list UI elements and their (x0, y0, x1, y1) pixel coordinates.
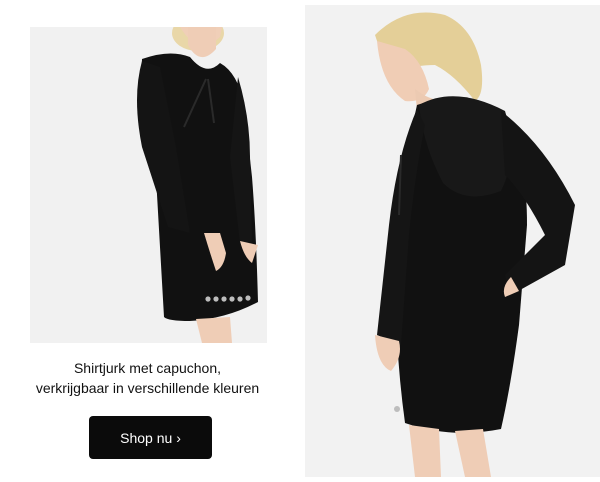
caption-line-2: verkrijgbaar in verschillende kleuren (35, 380, 260, 396)
shop-now-button[interactable]: Shop nu › (89, 416, 212, 459)
dress-front-image (137, 27, 258, 343)
caption-line-1: Shirtjurk met capuchon, (73, 360, 222, 376)
dress-back-image (375, 12, 575, 477)
product-photo-front[interactable] (30, 27, 267, 343)
product-caption: Shirtjurk met capuchon, verkrijgbaar in … (15, 358, 280, 398)
product-photo-back[interactable] (305, 5, 600, 477)
